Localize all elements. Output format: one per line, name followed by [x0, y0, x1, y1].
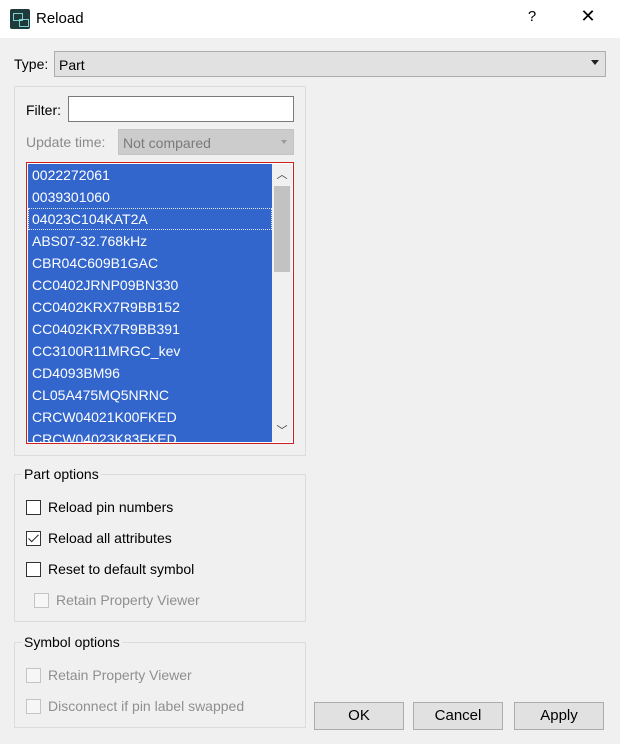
- symbol-options-group: [14, 642, 306, 728]
- list-item[interactable]: CRCW04023K83FKED: [28, 428, 272, 442]
- list-item[interactable]: CC0402KRX7R9BB391: [28, 318, 272, 340]
- checkbox: [34, 593, 49, 608]
- scroll-down-icon[interactable]: ﹀: [272, 422, 292, 440]
- checkbox: [26, 668, 41, 683]
- checkbox-label: Reload all attributes: [48, 530, 172, 546]
- list-item[interactable]: CRCW04021K00FKED: [28, 406, 272, 428]
- checkbox[interactable]: [26, 531, 41, 546]
- checkbox-label: Reset to default symbol: [48, 561, 195, 577]
- window-title: Reload: [36, 10, 84, 27]
- type-select[interactable]: Part: [54, 51, 606, 77]
- app-icon: [10, 9, 30, 29]
- parts-list-items[interactable]: 0022272061 0039301060 04023C104KAT2A ABS07-…: [28, 164, 272, 442]
- filter-label: Filter:: [26, 102, 61, 118]
- checkbox-label: Reload pin numbers: [48, 499, 174, 515]
- list-item[interactable]: CC0402JRNP09BN330: [28, 274, 272, 296]
- parts-list-scrollbar[interactable]: ︿ ﹀: [272, 164, 292, 442]
- part-options-title: Part options: [22, 466, 101, 482]
- symbol-options-title: Symbol options: [22, 634, 122, 650]
- apply-button[interactable]: Apply: [514, 702, 604, 730]
- checkbox[interactable]: [26, 500, 41, 515]
- checkbox-label: Retain Property Viewer: [56, 592, 200, 608]
- help-button[interactable]: ?: [522, 8, 542, 30]
- scroll-thumb[interactable]: [274, 186, 290, 272]
- type-label: Type:: [14, 56, 49, 72]
- filter-input[interactable]: [68, 96, 294, 122]
- list-item[interactable]: CC3100R11MRGC_kev: [28, 340, 272, 362]
- chevron-down-icon: [281, 140, 287, 144]
- checkbox: [26, 699, 41, 714]
- list-item[interactable]: CC0402KRX7R9BB152: [28, 296, 272, 318]
- checkbox[interactable]: [26, 562, 41, 577]
- parts-list[interactable]: 0022272061 0039301060 04023C104KAT2A ABS07-…: [26, 162, 294, 444]
- checkbox-label: Retain Property Viewer: [48, 667, 192, 683]
- list-item[interactable]: CBR04C609B1GAC: [28, 252, 272, 274]
- ok-button[interactable]: OK: [314, 702, 404, 730]
- update-time-label: Update time:: [26, 134, 106, 150]
- cancel-button[interactable]: Cancel: [413, 702, 503, 730]
- type-select-value: Part: [59, 57, 85, 73]
- list-item[interactable]: CD4093BM96: [28, 362, 272, 384]
- title-bar: Reload ? ✕: [0, 0, 620, 38]
- list-item[interactable]: 0022272061: [28, 164, 272, 186]
- list-item[interactable]: CL05A475MQ5NRNC: [28, 384, 272, 406]
- list-item[interactable]: ABS07-32.768kHz: [28, 230, 272, 252]
- close-button[interactable]: ✕: [576, 6, 600, 30]
- checkbox-label: Disconnect if pin label swapped: [48, 698, 245, 714]
- update-time-select: Not compared: [118, 129, 294, 155]
- update-time-value: Not compared: [123, 135, 211, 151]
- chevron-down-icon: [591, 60, 599, 65]
- list-item[interactable]: 0039301060: [28, 186, 272, 208]
- list-item[interactable]: 04023C104KAT2A: [28, 208, 272, 230]
- scroll-up-icon[interactable]: ︿: [272, 166, 292, 184]
